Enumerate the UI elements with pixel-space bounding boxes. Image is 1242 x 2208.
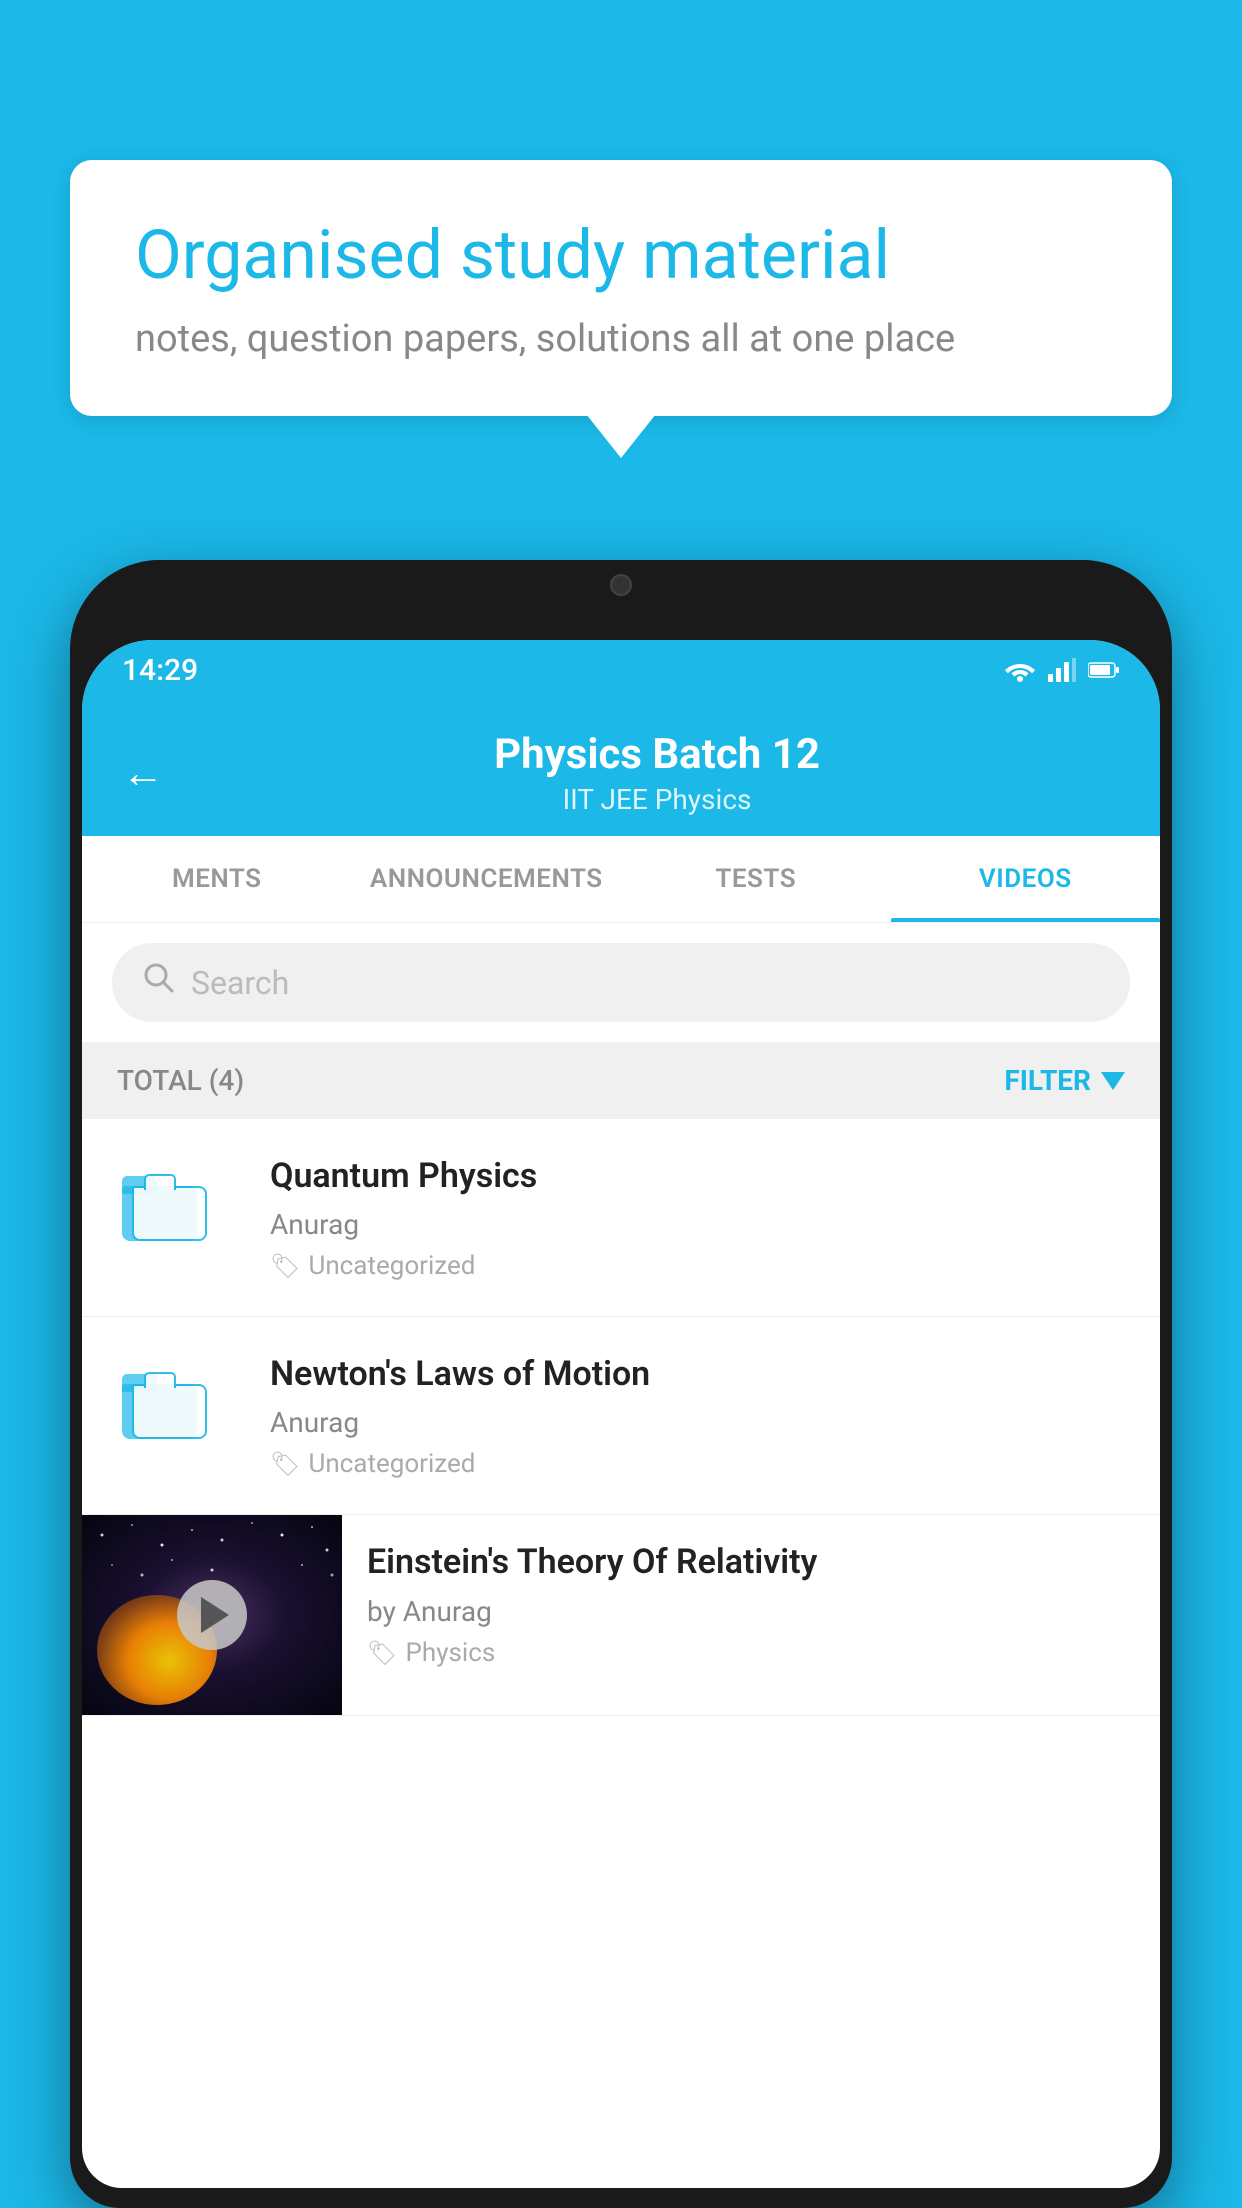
tab-ments[interactable]: MENTS [82,836,352,922]
phone-frame: 14:29 [70,560,1172,2208]
video-list: Quantum Physics Anurag 🏷 Uncategorized [82,1119,1160,1716]
folder-front-tab [144,1174,176,1190]
folder-icon-wrap-2 [112,1352,212,1452]
phone-camera [610,574,632,596]
filter-button[interactable]: FILTER [1004,1064,1125,1097]
video-title-1: Quantum Physics [270,1154,1130,1198]
play-icon [201,1597,229,1633]
folder-icon-2 [122,1374,202,1439]
play-button[interactable] [177,1580,247,1650]
filter-icon [1101,1072,1125,1090]
app-header: ← Physics Batch 12 IIT JEE Physics [82,700,1160,836]
tag-label-3: Physics [405,1638,495,1668]
video-tag-1: 🏷 Uncategorized [270,1251,1130,1281]
folder-icon-wrap [112,1154,212,1254]
folder-front-2 [132,1384,207,1439]
speech-bubble: Organised study material notes, question… [70,160,1172,416]
tag-label-2: Uncategorized [308,1449,475,1479]
phone-top-bar [70,560,1172,640]
video-title-3: Einstein's Theory Of Relativity [367,1540,1135,1584]
video-thumb-2 [112,1352,242,1452]
back-button[interactable]: ← [122,749,164,798]
video-title-2: Newton's Laws of Motion [270,1352,1130,1396]
tab-videos[interactable]: VIDEOS [891,836,1161,922]
filter-bar: TOTAL (4) FILTER [82,1042,1160,1119]
video-tag-2: 🏷 Uncategorized [270,1449,1130,1479]
search-bar[interactable]: Search [112,943,1130,1022]
video-tag-3: 🏷 Physics [367,1638,1135,1668]
folder-front-tab-2 [144,1372,176,1388]
wifi-icon [1004,658,1036,682]
status-bar: 14:29 [82,640,1160,700]
video-author-3: by Anurag [367,1595,1135,1628]
status-icons [1004,658,1120,682]
filter-label: FILTER [1004,1064,1091,1097]
folder-front [132,1186,207,1241]
list-item[interactable]: Newton's Laws of Motion Anurag 🏷 Uncateg… [82,1317,1160,1515]
video-info-3: Einstein's Theory Of Relativity by Anura… [342,1515,1160,1692]
header-title-block: Physics Batch 12 IIT JEE Physics [194,730,1120,816]
tab-tests[interactable]: TESTS [621,836,891,922]
tag-icon-2: 🏷 [270,1450,300,1478]
signal-icon [1048,658,1076,682]
tab-announcements[interactable]: ANNOUNCEMENTS [352,836,622,922]
phone-notch [551,560,691,610]
speech-bubble-subtitle: notes, question papers, solutions all at… [135,317,1107,361]
search-icon [142,961,176,1004]
search-bar-container: Search [82,923,1160,1042]
search-placeholder: Search [191,964,289,1002]
speech-bubble-container: Organised study material notes, question… [70,160,1172,416]
status-time: 14:29 [122,653,198,688]
video-info-1: Quantum Physics Anurag 🏷 Uncategorized [270,1154,1130,1281]
tag-label-1: Uncategorized [308,1251,475,1281]
page-subtitle: IIT JEE Physics [194,783,1120,816]
page-title: Physics Batch 12 [194,730,1120,779]
tag-icon-3: 🏷 [367,1639,397,1667]
total-count: TOTAL (4) [117,1064,244,1097]
video-thumbnail-3 [82,1515,342,1715]
list-item[interactable]: Quantum Physics Anurag 🏷 Uncategorized [82,1119,1160,1317]
tabs-bar: MENTS ANNOUNCEMENTS TESTS VIDEOS [82,836,1160,923]
battery-icon [1088,661,1120,679]
tag-icon-1: 🏷 [270,1252,300,1280]
speech-bubble-title: Organised study material [135,215,1107,297]
video-thumb-1 [112,1154,242,1254]
folder-icon [122,1176,202,1241]
phone-screen: 14:29 [82,640,1160,2188]
list-item[interactable]: Einstein's Theory Of Relativity by Anura… [82,1515,1160,1716]
video-info-2: Newton's Laws of Motion Anurag 🏷 Uncateg… [270,1352,1130,1479]
video-author-2: Anurag [270,1406,1130,1439]
video-author-1: Anurag [270,1208,1130,1241]
